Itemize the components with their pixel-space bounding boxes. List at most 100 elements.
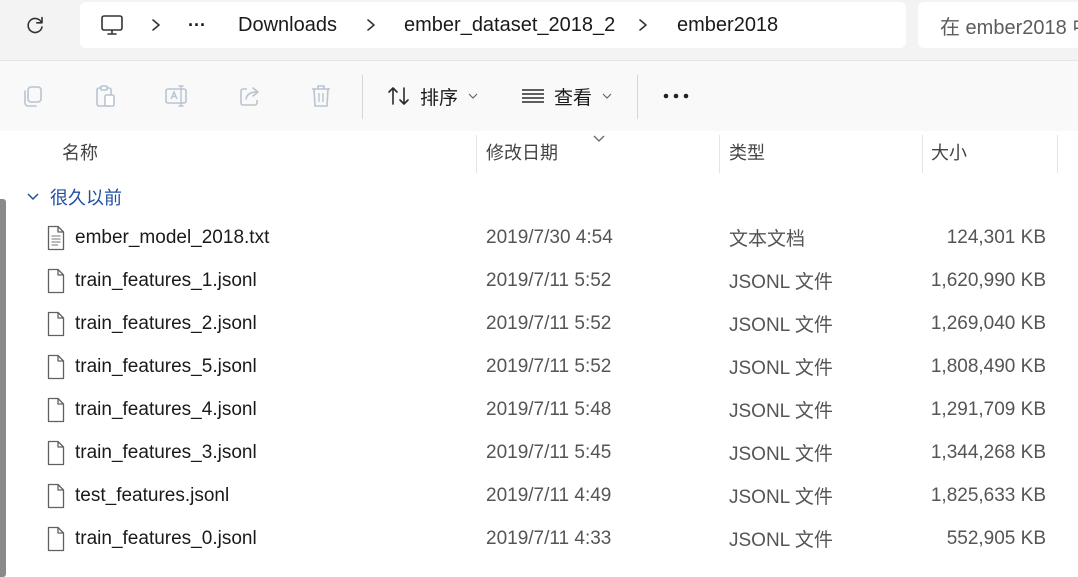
file-date: 2019/7/11 5:48 xyxy=(486,398,612,420)
chevron-right-icon[interactable] xyxy=(637,2,649,48)
column-header-type[interactable]: 类型 xyxy=(729,131,765,173)
file-date: 2019/7/30 4:54 xyxy=(486,226,613,248)
paste-button[interactable] xyxy=(88,79,122,113)
sort-indicator-icon xyxy=(592,131,606,149)
chevron-down-icon xyxy=(468,93,478,99)
share-icon xyxy=(240,87,259,106)
file-row[interactable]: train_features_3.jsonl 2019/7/11 5:45 JSON… xyxy=(14,431,1058,474)
file-date: 2019/7/11 4:49 xyxy=(486,484,612,506)
file-name: ember_model_2018.txt xyxy=(75,226,270,248)
chevron-down-icon xyxy=(602,93,612,99)
file-date: 2019/7/11 5:45 xyxy=(486,441,612,463)
file-row[interactable]: train_features_0.jsonl 2019/7/11 4:33 JSON… xyxy=(14,517,1058,560)
column-divider[interactable] xyxy=(1057,135,1058,173)
toolbar-divider xyxy=(362,75,363,119)
chevron-right-icon[interactable] xyxy=(150,2,162,48)
column-header-name[interactable]: 名称 xyxy=(62,131,98,173)
rename-icon xyxy=(165,85,187,107)
group-label: 很久以前 xyxy=(50,188,122,208)
copy-button[interactable] xyxy=(16,79,50,113)
file-date: 2019/7/11 5:52 xyxy=(486,355,612,377)
group-header[interactable]: 很久以前 xyxy=(26,181,122,213)
file-type: JSONL 文件 xyxy=(729,272,833,293)
file-type: JSONL 文件 xyxy=(729,401,833,422)
file-size: 1,620,990 KB xyxy=(930,269,1046,291)
column-divider[interactable] xyxy=(476,135,477,173)
column-divider[interactable] xyxy=(922,135,923,173)
file-name: train_features_0.jsonl xyxy=(75,527,257,549)
breadcrumb-ember2018[interactable]: ember2018 xyxy=(677,2,778,48)
file-row[interactable]: ember_model_2018.txt 2019/7/30 4:54 文本文档 12… xyxy=(14,216,1058,259)
address-strip: ··· Downloads ember_dataset_2018_2 ember… xyxy=(0,0,1078,60)
blank-file-icon xyxy=(46,526,66,557)
rename-button[interactable] xyxy=(160,79,194,113)
blank-file-icon xyxy=(46,311,66,342)
column-header-size[interactable]: 大小 xyxy=(931,131,967,173)
file-size: 1,269,040 KB xyxy=(930,312,1046,334)
file-date: 2019/7/11 5:52 xyxy=(486,269,612,291)
text-file-icon xyxy=(46,225,66,256)
breadcrumb-ember-dataset[interactable]: ember_dataset_2018_2 xyxy=(404,2,615,48)
share-button[interactable] xyxy=(233,79,267,113)
file-row[interactable]: train_features_4.jsonl 2019/7/11 5:48 JSON… xyxy=(14,388,1058,431)
file-size: 552,905 KB xyxy=(946,527,1046,549)
refresh-button[interactable] xyxy=(18,8,52,42)
breadcrumb-downloads[interactable]: Downloads xyxy=(238,2,337,48)
chevron-down-icon xyxy=(27,193,39,201)
file-row[interactable]: train_features_2.jsonl 2019/7/11 5:52 JSON… xyxy=(14,302,1058,345)
file-size: 1,808,490 KB xyxy=(930,355,1046,377)
file-date: 2019/7/11 5:52 xyxy=(486,312,612,334)
file-type: JSONL 文件 xyxy=(729,530,833,551)
file-list: 名称 修改日期 类型 大小 很久以前 ember_model_2018.txt 2… xyxy=(0,131,1078,577)
sort-icon xyxy=(388,87,409,105)
file-name: train_features_5.jsonl xyxy=(75,355,257,377)
more-options-button[interactable] xyxy=(656,79,696,113)
file-size: 1,291,709 KB xyxy=(930,398,1046,420)
file-type: JSONL 文件 xyxy=(729,358,833,379)
more-icon xyxy=(663,93,689,99)
file-date: 2019/7/11 4:33 xyxy=(486,527,612,549)
sort-button[interactable]: 排序 xyxy=(386,77,478,115)
file-type: JSONL 文件 xyxy=(729,315,833,336)
file-row[interactable]: train_features_5.jsonl 2019/7/11 5:52 JSON… xyxy=(14,345,1058,388)
breadcrumb-overflow-button[interactable]: ··· xyxy=(188,2,206,48)
blank-file-icon xyxy=(46,440,66,471)
toolbar-divider xyxy=(637,75,638,119)
column-header-date[interactable]: 修改日期 xyxy=(486,131,558,173)
blank-file-icon xyxy=(46,397,66,428)
monitor-icon xyxy=(101,15,123,35)
file-size: 124,301 KB xyxy=(946,226,1046,248)
address-bar[interactable]: ··· Downloads ember_dataset_2018_2 ember… xyxy=(80,2,906,48)
file-name: train_features_4.jsonl xyxy=(75,398,257,420)
file-name: train_features_2.jsonl xyxy=(75,312,257,334)
file-size: 1,825,633 KB xyxy=(930,484,1046,506)
chevron-right-icon[interactable] xyxy=(365,2,377,48)
scrollbar[interactable] xyxy=(0,131,7,577)
command-bar: 排序 查看 xyxy=(0,60,1078,132)
delete-button[interactable] xyxy=(304,79,338,113)
clipboard-icon xyxy=(96,85,115,107)
file-name: test_features.jsonl xyxy=(75,484,230,506)
file-name: train_features_3.jsonl xyxy=(75,441,257,463)
view-button[interactable]: 查看 xyxy=(520,77,612,115)
blank-file-icon xyxy=(46,268,66,299)
refresh-icon xyxy=(27,16,43,34)
blank-file-icon xyxy=(46,483,66,514)
file-name: train_features_1.jsonl xyxy=(75,269,257,291)
file-row[interactable]: train_features_1.jsonl 2019/7/11 5:52 JSON… xyxy=(14,259,1058,302)
blank-file-icon xyxy=(46,354,66,385)
file-type: JSONL 文件 xyxy=(729,444,833,465)
column-divider[interactable] xyxy=(719,135,720,173)
copy-icon xyxy=(24,86,42,107)
search-input[interactable]: 在 ember2018 中搜索 xyxy=(940,2,1078,48)
file-row[interactable]: test_features.jsonl 2019/7/11 4:49 JSONL 文… xyxy=(14,474,1058,517)
view-list-icon xyxy=(522,89,544,103)
sort-label: 排序 xyxy=(420,87,459,109)
search-box[interactable]: 在 ember2018 中搜索 xyxy=(918,2,1078,48)
view-label: 查看 xyxy=(554,87,593,109)
file-size: 1,344,268 KB xyxy=(930,441,1046,463)
scrollbar-thumb[interactable] xyxy=(0,199,6,577)
this-pc-button[interactable] xyxy=(100,2,124,48)
file-type: 文本文档 xyxy=(729,229,806,250)
file-type: JSONL 文件 xyxy=(729,487,833,508)
